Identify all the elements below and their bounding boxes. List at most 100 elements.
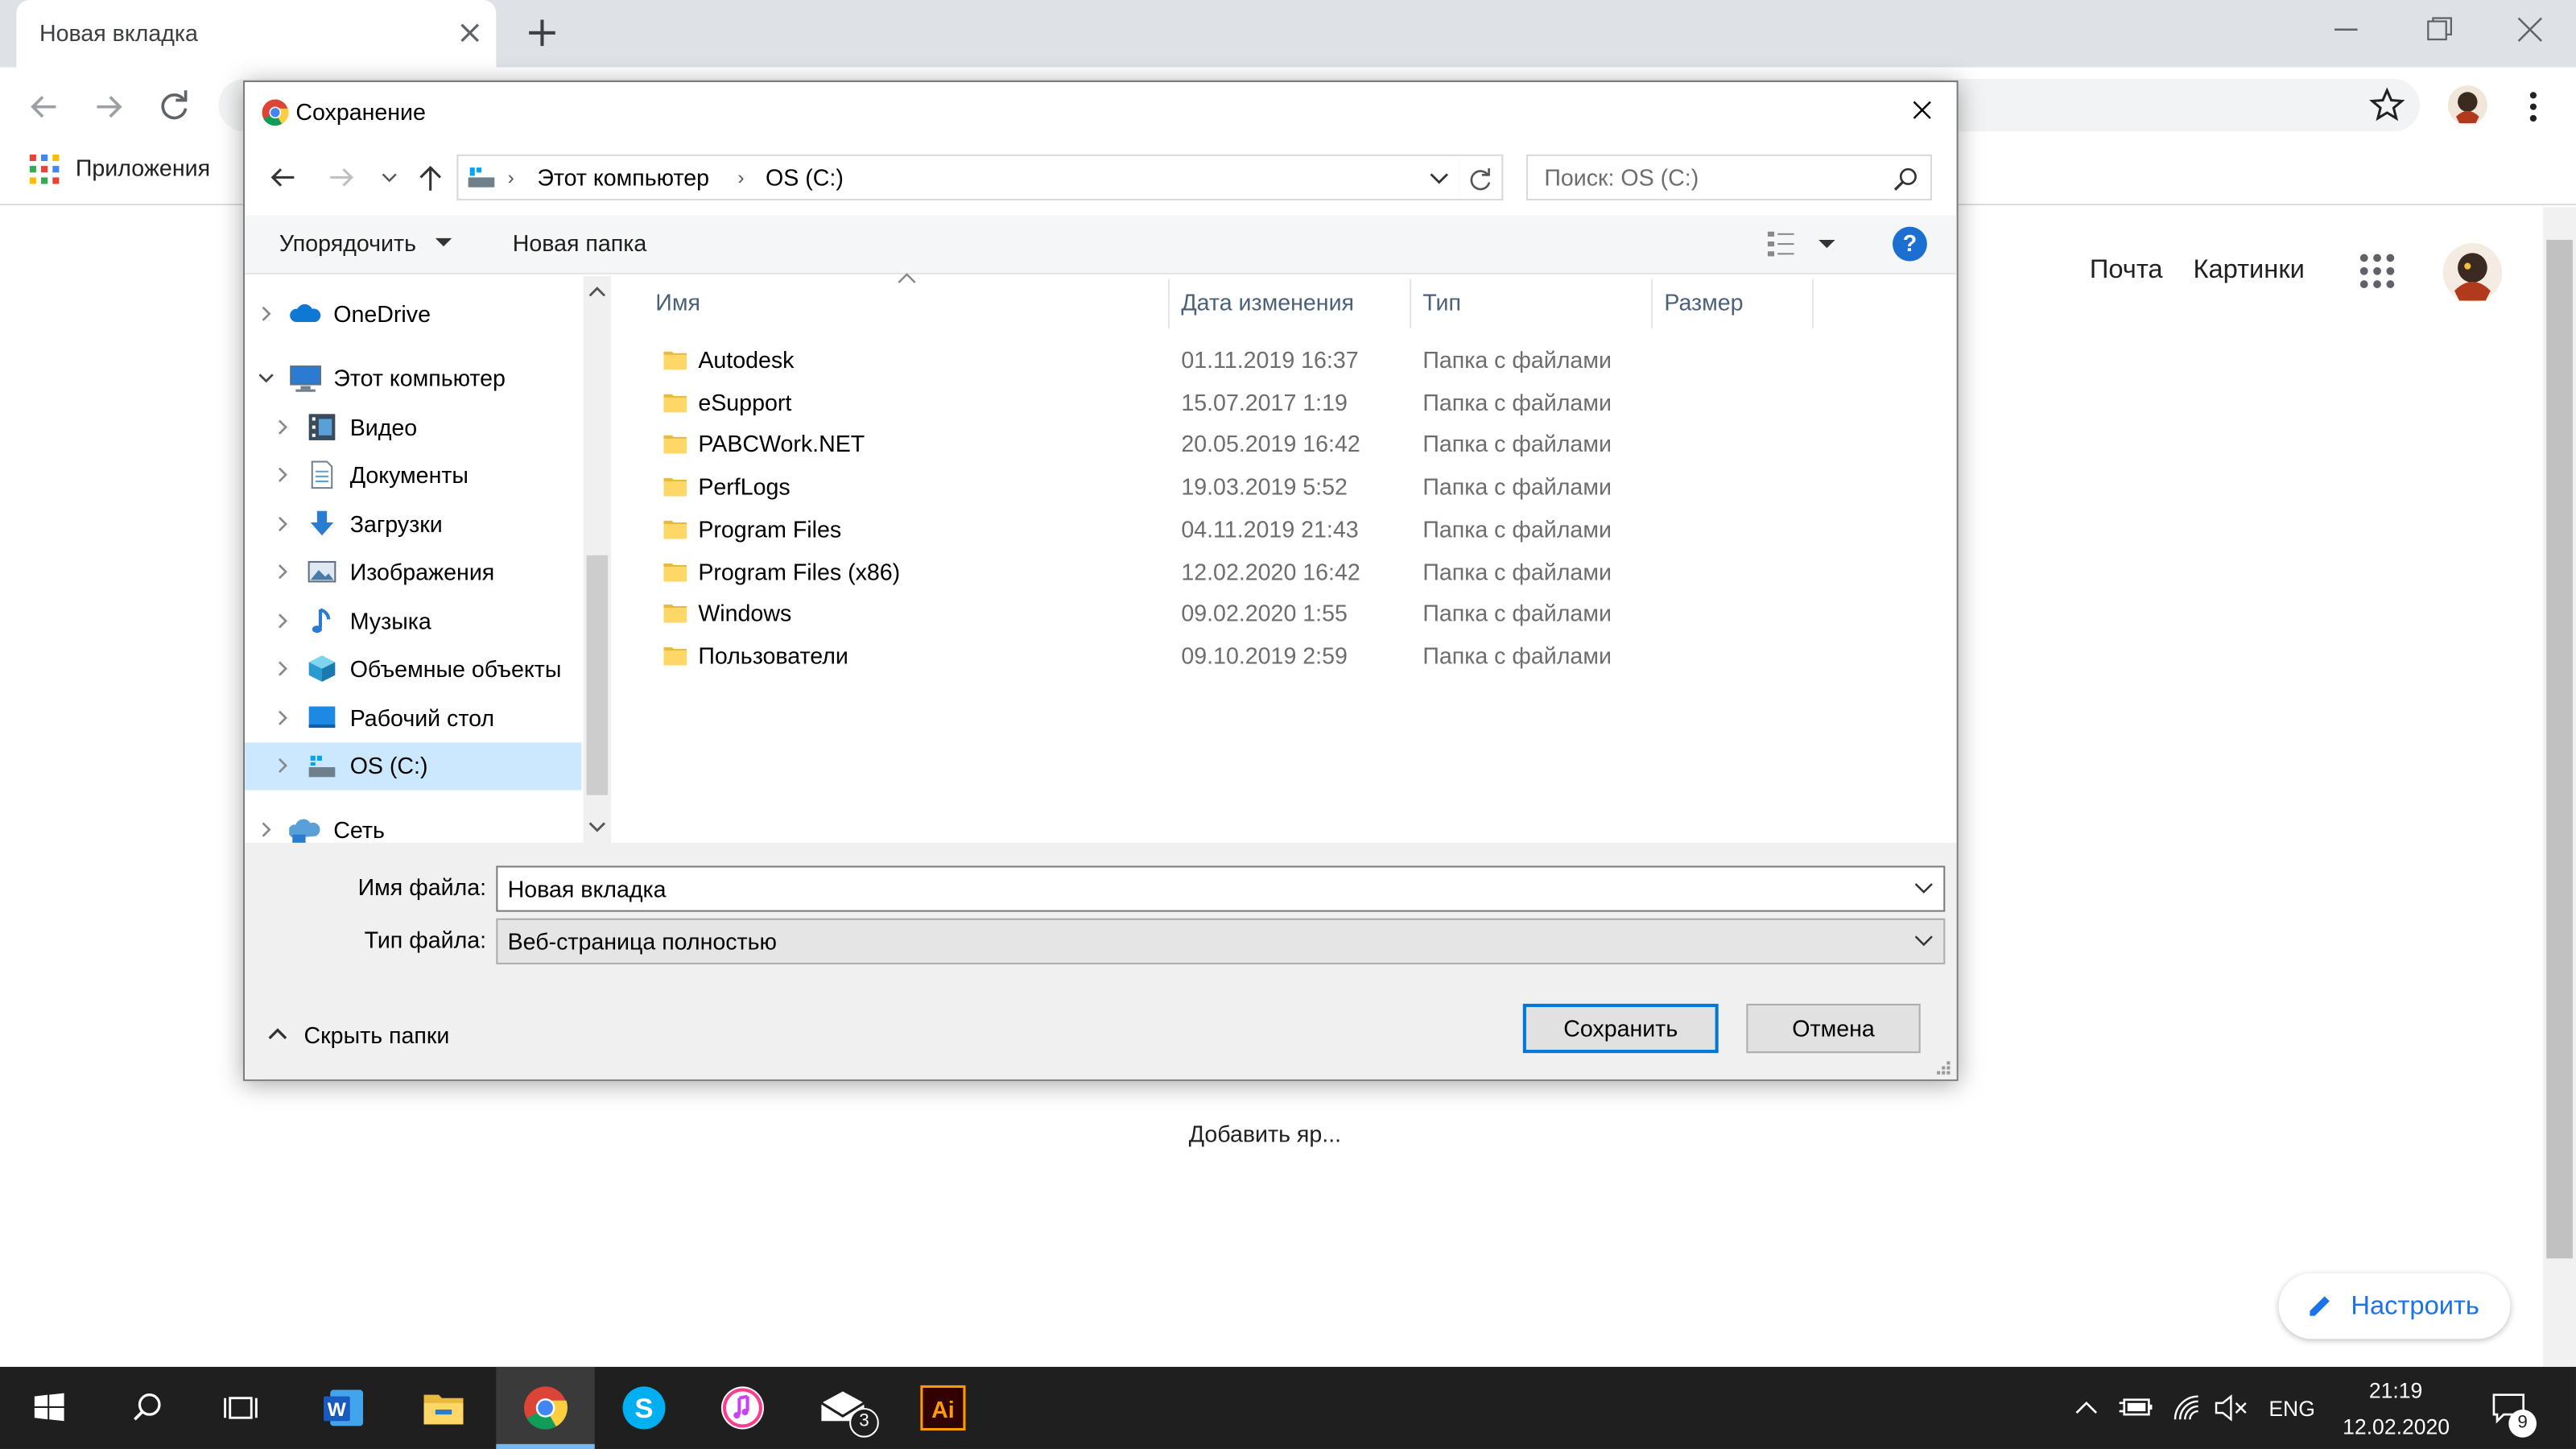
skype-icon[interactable]: S — [617, 1381, 670, 1434]
column-type[interactable]: Тип — [1422, 289, 1461, 316]
apps-bookmark[interactable]: Приложения — [76, 155, 210, 181]
nav-this-pc[interactable]: Этот компьютер — [245, 355, 581, 402]
expand-chevron-icon[interactable] — [273, 756, 292, 775]
chevron-up-icon[interactable] — [266, 1025, 290, 1041]
bookmark-star-icon[interactable] — [2368, 85, 2407, 125]
view-options-icon[interactable] — [1765, 229, 1801, 258]
expand-chevron-icon[interactable] — [256, 819, 275, 839]
column-divider[interactable] — [1168, 279, 1170, 329]
show-hidden-icons-icon[interactable] — [2073, 1395, 2099, 1422]
dialog-back-icon[interactable] — [265, 159, 301, 196]
breadcrumb-this-pc[interactable]: Этот компьютер — [537, 164, 709, 191]
breadcrumb-os-c[interactable]: OS (C:) — [766, 164, 844, 191]
profile-avatar[interactable] — [2446, 84, 2489, 126]
save-button[interactable]: Сохранить — [1522, 1003, 1719, 1054]
start-icon[interactable] — [23, 1381, 76, 1434]
account-avatar[interactable] — [2442, 242, 2504, 304]
tab-close-icon[interactable] — [453, 16, 486, 49]
refresh-button[interactable] — [1459, 154, 1504, 200]
new-folder-button[interactable]: Новая папка — [513, 230, 647, 257]
language-indicator[interactable]: ENG — [2268, 1397, 2314, 1422]
nav-pictures[interactable]: Изображения — [245, 549, 581, 597]
nav-onedrive[interactable]: OneDrive — [245, 291, 581, 338]
window-close-icon[interactable] — [2510, 13, 2549, 46]
up-folder-icon[interactable] — [414, 159, 447, 196]
nav-videos[interactable]: Видео — [245, 404, 581, 452]
dialog-address-bar[interactable]: › Этот компьютер › OS (C:) — [456, 154, 1461, 200]
file-row[interactable]: Program Files (x86) 12.02.2020 16:42 Пап… — [654, 552, 1705, 593]
nav-pane-scrollbar-thumb[interactable] — [586, 555, 609, 795]
battery-icon[interactable] — [2118, 1393, 2154, 1423]
itunes-icon[interactable] — [716, 1381, 769, 1434]
file-row[interactable]: Autodesk 01.11.2019 16:37 Папка с файлам… — [654, 340, 1705, 381]
scroll-down-icon[interactable] — [587, 816, 609, 836]
hide-folders-toggle[interactable]: Скрыть папки — [304, 1022, 450, 1048]
task-view-icon[interactable] — [217, 1381, 269, 1434]
wifi-icon[interactable] — [2170, 1392, 2203, 1425]
organize-button[interactable]: Упорядочить — [279, 230, 416, 257]
file-row[interactable]: Пользователи 09.10.2019 2:59 Папка с фай… — [654, 636, 1705, 677]
filetype-select[interactable]: Веб-страница полностью — [496, 918, 1946, 964]
nav-downloads[interactable]: Загрузки — [245, 501, 581, 548]
column-divider[interactable] — [1812, 279, 1814, 329]
expand-chevron-icon[interactable] — [273, 658, 292, 678]
expand-chevron-icon[interactable] — [273, 514, 292, 534]
nav-3d-objects[interactable]: Объемные объекты — [245, 646, 581, 693]
customize-button[interactable]: Настроить — [2278, 1273, 2511, 1340]
nav-desktop[interactable]: Рабочий стол — [245, 695, 581, 742]
filename-input[interactable]: Новая вкладка — [496, 865, 1946, 912]
word-icon[interactable]: W — [317, 1381, 369, 1434]
expand-chevron-icon[interactable] — [273, 708, 292, 728]
google-apps-icon[interactable] — [2359, 253, 2396, 289]
cancel-button[interactable]: Отмена — [1746, 1003, 1921, 1054]
column-divider[interactable] — [1651, 279, 1653, 329]
column-divider[interactable] — [1410, 279, 1412, 329]
dialog-forward-icon[interactable] — [324, 159, 360, 196]
file-row[interactable]: PerfLogs 19.03.2019 5:52 Папка с файлами — [654, 467, 1705, 508]
reload-icon[interactable] — [155, 87, 194, 126]
resize-grip-icon[interactable] — [1932, 1056, 1951, 1075]
file-row[interactable]: Program Files 04.11.2019 21:43 Папка с ф… — [654, 510, 1705, 551]
file-explorer-icon[interactable] — [417, 1381, 469, 1434]
chevron-down-icon[interactable] — [1914, 933, 1934, 949]
dialog-close-icon[interactable] — [1905, 93, 1938, 126]
clock-time[interactable]: 21:19 — [2369, 1378, 2422, 1403]
file-row[interactable]: PABCWork.NET 20.05.2019 16:42 Папка с фа… — [654, 424, 1705, 465]
chrome-icon[interactable] — [519, 1381, 572, 1434]
address-history-icon[interactable] — [1427, 167, 1451, 191]
apps-grid-icon[interactable] — [29, 154, 60, 184]
volume-muted-icon[interactable] — [2213, 1392, 2249, 1425]
expand-chevron-icon[interactable] — [273, 465, 292, 485]
help-button[interactable]: ? — [1893, 226, 1927, 262]
new-tab-icon[interactable] — [522, 13, 562, 52]
expand-chevron-icon[interactable] — [273, 417, 292, 436]
scroll-up-icon[interactable] — [587, 283, 609, 302]
chrome-menu-icon[interactable] — [2513, 87, 2553, 126]
dialog-search-box[interactable]: Поиск: OS (C:) — [1525, 154, 1932, 200]
nav-os-c[interactable]: OS (C:) — [245, 742, 582, 791]
gmail-link[interactable]: Почта — [2090, 256, 2163, 286]
expand-chevron-icon[interactable] — [273, 562, 292, 581]
file-row[interactable]: Windows 09.02.2020 1:55 Папка с файлами — [654, 593, 1705, 634]
nav-documents[interactable]: Документы — [245, 452, 581, 499]
clock-date[interactable]: 12.02.2020 — [2343, 1414, 2450, 1439]
page-scrollbar-thumb[interactable] — [2546, 239, 2573, 1259]
forward-icon[interactable] — [89, 87, 128, 126]
restore-icon[interactable] — [2418, 13, 2458, 46]
view-dropdown-icon[interactable] — [1817, 238, 1836, 251]
column-size[interactable]: Размер — [1664, 289, 1743, 316]
recent-locations-icon[interactable] — [378, 166, 401, 189]
nav-music[interactable]: Музыка — [245, 598, 581, 646]
search-icon[interactable] — [122, 1381, 174, 1434]
images-link[interactable]: Картинки — [2193, 256, 2304, 286]
collapse-chevron-icon[interactable] — [256, 368, 275, 387]
back-icon[interactable] — [25, 87, 64, 126]
add-shortcut-label[interactable]: Добавить яр... — [1150, 1121, 1381, 1147]
expand-chevron-icon[interactable] — [273, 611, 292, 630]
browser-tab[interactable]: Новая вкладка — [16, 0, 497, 68]
search-icon[interactable] — [1893, 166, 1919, 192]
chevron-down-icon[interactable] — [1914, 881, 1934, 897]
expand-chevron-icon[interactable] — [256, 304, 275, 324]
column-date[interactable]: Дата изменения — [1181, 289, 1354, 316]
minimize-icon[interactable] — [2326, 13, 2366, 46]
